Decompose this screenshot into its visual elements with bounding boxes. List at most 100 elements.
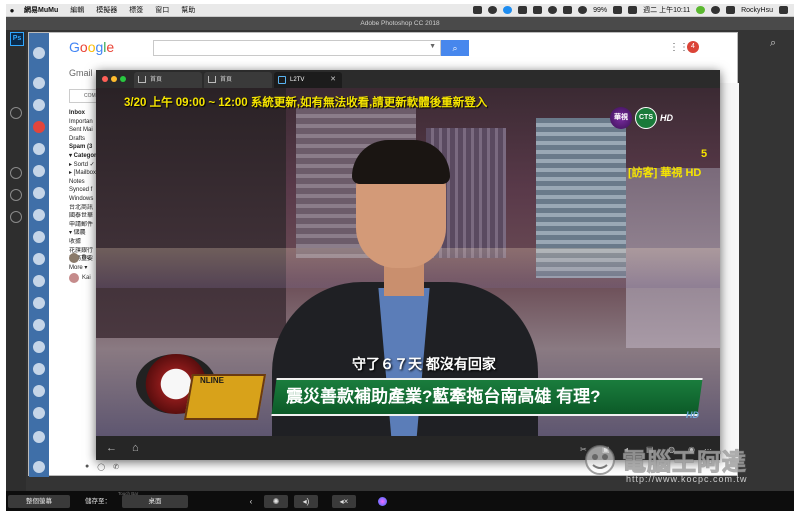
anchor-hair [352,140,450,184]
full-screen-button[interactable]: 整個螢幕 [8,495,70,508]
rail-mail-icon[interactable] [33,99,45,111]
vpn-icon[interactable] [503,6,513,14]
rail-text-icon[interactable] [33,319,45,331]
close-window-icon[interactable] [102,76,108,82]
search-button[interactable]: ⌕ [441,40,469,56]
siri-icon[interactable] [726,6,736,14]
rail-inbox-icon[interactable] [33,77,45,89]
volume-up-icon[interactable]: ◂) [294,495,318,508]
rail-cloud-icon[interactable] [33,165,45,177]
mac-menu-bar: ● 網易MuMu 編輯 模擬器 標簽 窗口 幫助 99% 週二 上午10:11 … [6,4,794,17]
person-icon[interactable]: ● [85,463,89,471]
tab-label: L2TV [290,77,305,83]
tab-label: 首頁 [150,77,163,83]
rail-gmail-icon[interactable] [33,121,45,133]
mute-icon[interactable]: ◂× [332,495,356,508]
rail-doc-icon[interactable] [33,209,45,221]
contact-item[interactable]: Ro [69,253,90,263]
wifi-icon[interactable] [578,6,588,14]
notification-badge[interactable]: 4 [687,41,699,53]
battery-icon[interactable] [613,6,623,14]
search-dropdown-icon[interactable]: ▼ [429,43,436,50]
notification-center-icon[interactable] [779,6,788,14]
battery-percent: 99% [593,6,608,14]
watermark-title: 電腦王阿達 [622,449,747,477]
menubar-datetime[interactable]: 週二 上午10:11 [643,5,690,15]
input-method-icon[interactable] [628,6,638,14]
menu-edit[interactable]: 編輯 [64,5,90,15]
avatar [69,253,79,263]
channel-name: [訪客] 華視 HD [628,167,702,179]
tab-bar: 首頁 首頁 L2TV ✕ [96,70,720,88]
minimize-window-icon[interactable] [111,76,117,82]
rail-drive-icon[interactable] [33,143,45,155]
subtitle: 守了６７天 都沒有回家 [352,356,496,372]
volume-icon[interactable] [563,6,573,14]
tab-home-2[interactable]: 首頁 [204,72,272,88]
watermark-url: http://www.kocpc.com.tw [626,474,748,484]
menubar-username[interactable]: RockyHsu [741,7,773,14]
menu-emulator[interactable]: 模擬器 [90,5,123,15]
menu-app-name[interactable]: 網易MuMu [18,5,64,15]
rail-chart-icon[interactable] [33,297,45,309]
message-pane [719,83,739,463]
rail-share-icon[interactable] [33,363,45,375]
cloud-icon[interactable] [518,6,528,14]
menu-window[interactable]: 窗口 [149,5,175,15]
save-to-label: 儲存至： [85,498,111,505]
ps-tool-icon[interactable] [10,107,22,119]
rail-pocket-icon[interactable] [33,341,45,353]
apple-icon[interactable]: ● [6,6,18,15]
menu-tabs[interactable]: 標簽 [123,5,149,15]
rail-settings-icon[interactable] [33,187,45,199]
zoom-window-icon[interactable] [120,76,126,82]
gmail-label[interactable]: Gmail [69,68,93,78]
ps-tool-icon[interactable] [10,211,22,223]
rail-more-icon[interactable] [33,407,45,419]
search-input[interactable]: ▼ [153,40,441,56]
tab-home-1[interactable]: 首頁 [134,72,202,88]
ps-tool-icon[interactable] [10,189,22,201]
messenger-icon[interactable] [696,6,706,14]
display-icon[interactable] [533,6,543,14]
close-tab-icon[interactable]: ✕ [330,72,336,88]
contact-item[interactable]: Kai [69,273,91,283]
next-arrow-icon[interactable]: → [104,428,120,436]
menu-help[interactable]: 幫助 [175,5,201,15]
phone-icon[interactable]: ✆ [113,463,119,471]
video-frame[interactable]: 3/20 上午 09:00 ~ 12:00 系統更新,如有無法收看,請更新軟體後… [96,88,720,436]
program-logo-text: NLINE [200,376,224,385]
status-area: 99% 週二 上午10:11 RockyHsu [473,5,794,15]
avatar [69,273,79,283]
dropbox-icon[interactable] [473,6,483,14]
hd-logo: HD [660,113,673,123]
siri-icon[interactable] [378,497,387,506]
chat-icon[interactable]: ◯ [97,463,105,471]
photoshop-logo[interactable]: Ps [10,32,24,46]
back-icon[interactable]: ← [106,442,117,454]
brightness-icon[interactable]: ✺ [264,495,288,508]
headline-text: 震災善款補助產業?藍牽拖台南高雄 有理? [286,387,601,406]
bluetooth-icon[interactable] [548,6,558,14]
background-building [96,88,286,338]
watermark-logo-icon [585,445,615,475]
spotlight-icon[interactable] [711,6,721,14]
rail-linkedin-icon[interactable] [33,385,45,397]
collapse-icon[interactable]: ‹ [246,495,256,508]
compose-button[interactable]: COMPOSE [69,89,97,103]
rail-add-icon[interactable] [33,431,45,443]
home-icon[interactable]: ⌂ [132,442,139,454]
search-icon[interactable]: ⌕ [770,37,782,49]
screenshot-root: ● 網易MuMu 編輯 模擬器 標簽 窗口 幫助 99% 週二 上午10:11 … [0,0,800,517]
clock-icon[interactable] [488,6,498,14]
rail-pen-icon[interactable] [33,275,45,287]
google-logo[interactable]: Google [69,39,114,55]
rail-sheet-icon[interactable] [33,231,45,243]
rail-arrow-icon[interactable] [33,47,45,59]
rail-account-icon[interactable] [33,461,45,473]
ps-tool-icon[interactable] [10,167,22,179]
cts-logo-icon: CTS [635,107,657,129]
desktop-button[interactable]: 桌面 [122,495,188,508]
rail-photos-icon[interactable] [33,253,45,265]
tab-l2tv[interactable]: L2TV ✕ [274,72,342,88]
